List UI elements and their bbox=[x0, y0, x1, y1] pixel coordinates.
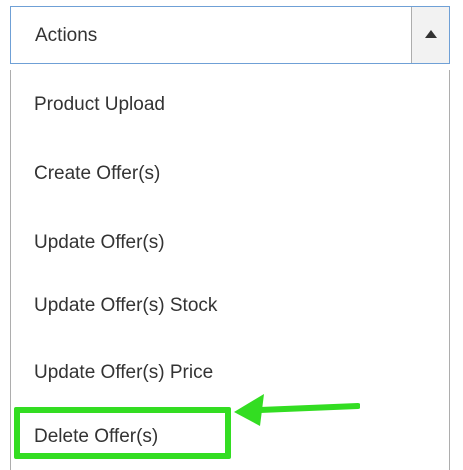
menu-item-create-offers[interactable]: Create Offer(s) bbox=[11, 147, 449, 201]
caret-up-icon bbox=[425, 30, 437, 38]
actions-select-label: Actions bbox=[35, 25, 98, 46]
menu-item-label: Update Offer(s) Stock bbox=[34, 295, 218, 316]
menu-item-update-offers[interactable]: Update Offer(s) bbox=[11, 216, 449, 270]
menu-item-label: Update Offer(s) bbox=[34, 232, 165, 253]
delete-offers-highlight bbox=[14, 407, 231, 459]
actions-select-toggle[interactable] bbox=[411, 7, 449, 63]
menu-item-label: Product Upload bbox=[34, 94, 165, 115]
arrow-left-icon bbox=[234, 394, 360, 426]
actions-select[interactable]: Actions bbox=[10, 6, 450, 64]
menu-item-label: Create Offer(s) bbox=[34, 163, 161, 184]
menu-item-label: Update Offer(s) Price bbox=[34, 362, 214, 383]
menu-item-update-offers-stock[interactable]: Update Offer(s) Stock bbox=[11, 279, 449, 333]
menu-item-product-upload[interactable]: Product Upload bbox=[11, 78, 449, 132]
